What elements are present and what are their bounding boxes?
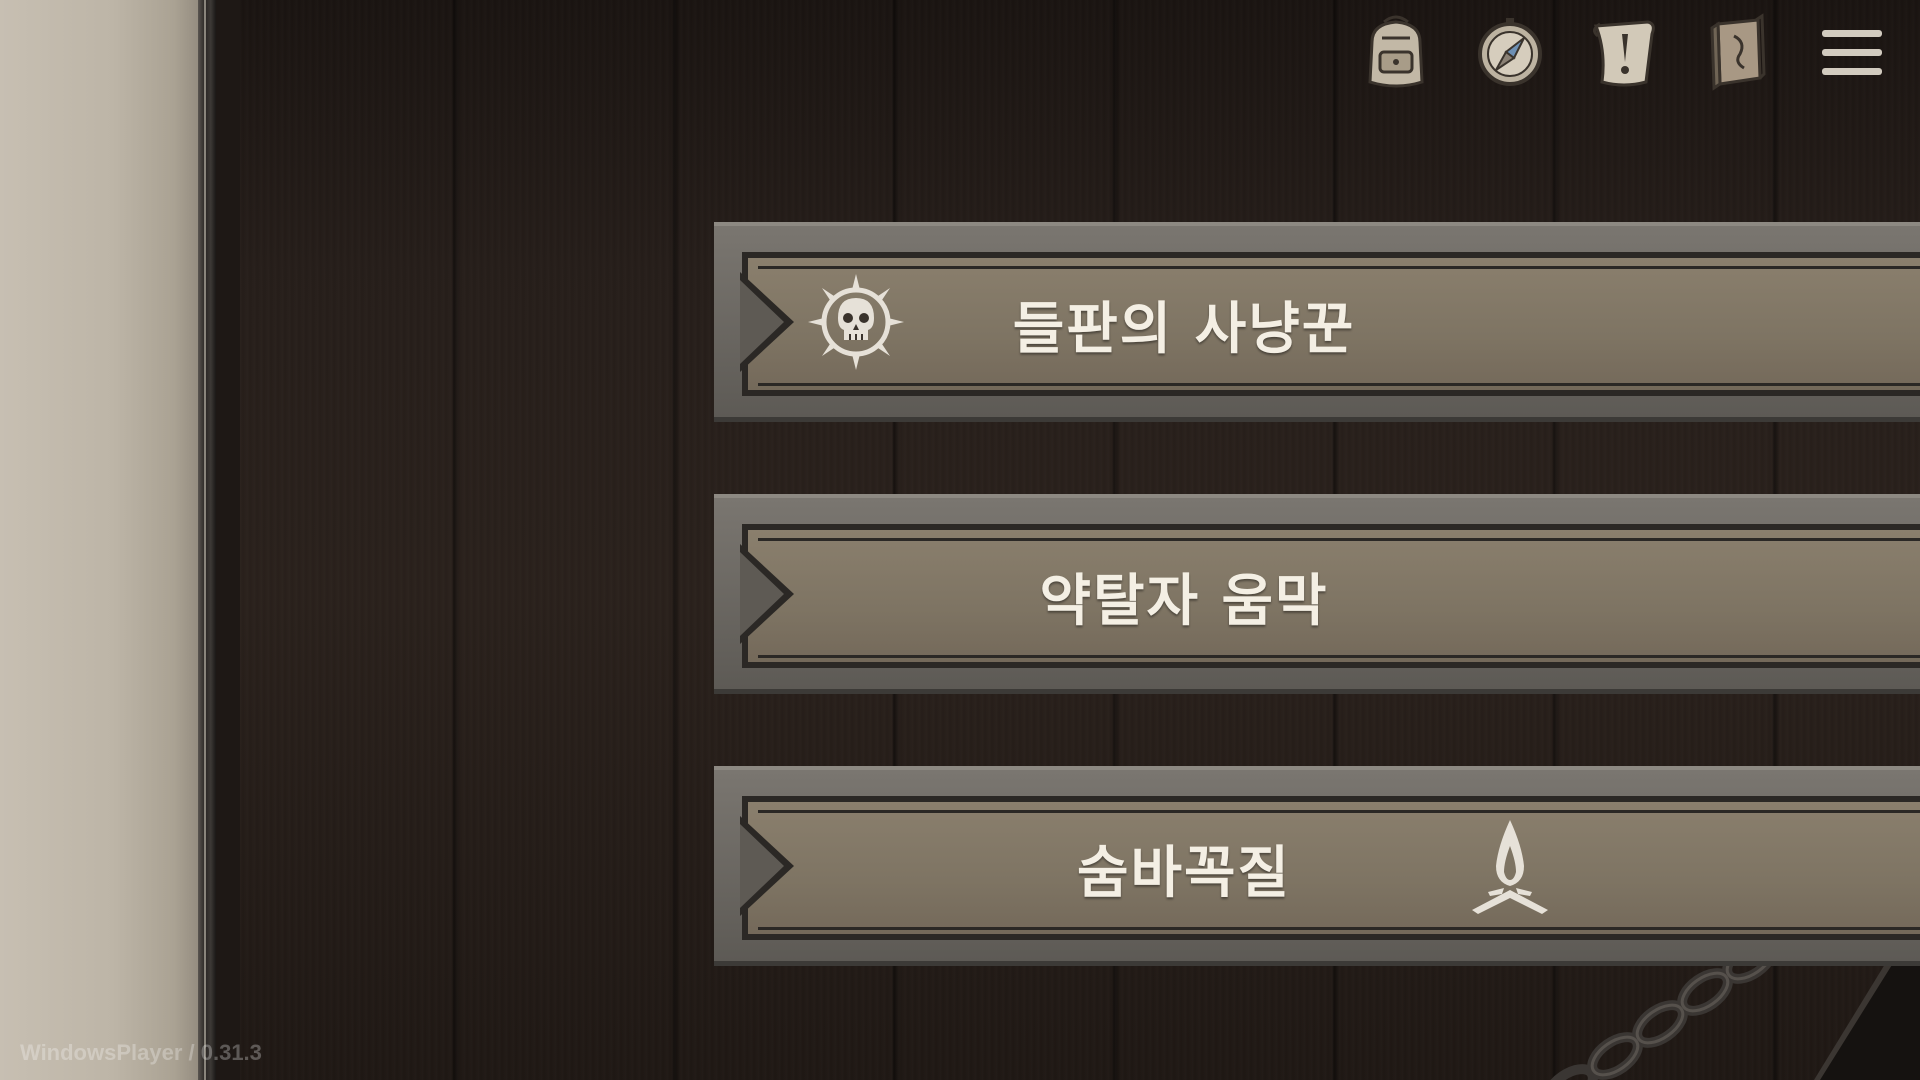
- menu-item-raider-hut[interactable]: 약탈자 움막: [714, 494, 1920, 694]
- game-scene: 들판의 사냥꾼 약탈자 움막 숨바꼭질 WindowsPlayer / 0.31…: [0, 0, 1920, 1080]
- version-label: WindowsPlayer / 0.31.3: [20, 1040, 262, 1065]
- menu-item-label: 약탈자 움막: [1039, 568, 1329, 634]
- parchment-edge: [198, 0, 216, 1080]
- parchment-line: [204, 0, 206, 1080]
- top-toolbar: [1358, 12, 1890, 92]
- backpack-icon[interactable]: [1358, 12, 1434, 92]
- parchment-panel: [0, 0, 205, 1080]
- menu-item-field-hunter[interactable]: 들판의 사냥꾼: [714, 222, 1920, 422]
- menu-item-hide-and-seek[interactable]: 숨바꼭질: [714, 766, 1920, 966]
- quest-scroll-icon[interactable]: [1586, 12, 1662, 92]
- menu-item-label: 들판의 사냥꾼: [1012, 296, 1356, 362]
- menu-icon[interactable]: [1814, 12, 1890, 92]
- compass-icon[interactable]: [1472, 12, 1548, 92]
- journal-icon[interactable]: [1700, 12, 1776, 92]
- campfire-icon: [1472, 820, 1548, 914]
